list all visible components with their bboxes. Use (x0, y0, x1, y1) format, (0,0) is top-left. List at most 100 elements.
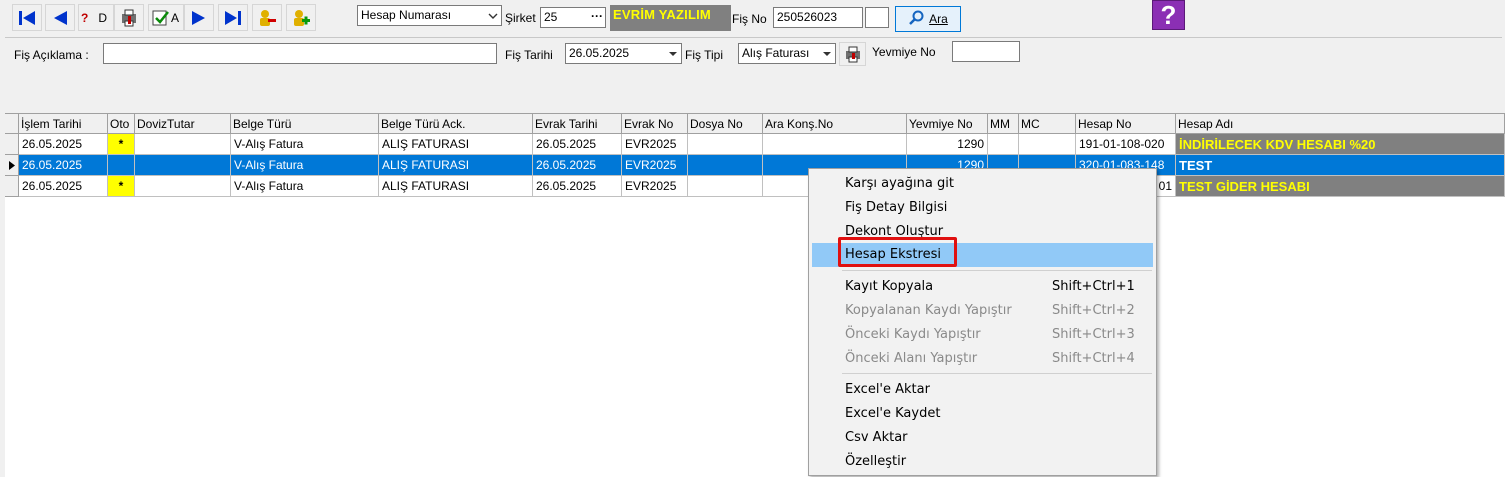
col-header-doviz-tutar[interactable]: DovizTutar (135, 114, 231, 134)
query-icon: ? (81, 10, 89, 25)
menu-item-label: Kayıt Kopyala (845, 279, 934, 294)
col-header-hesap-adi[interactable]: Hesap Adı (1176, 114, 1505, 134)
col-header-oto[interactable]: Oto (108, 114, 135, 134)
cell-islem-tarihi: 26.05.2025 (19, 155, 108, 176)
search-button[interactable]: Ara (895, 6, 961, 32)
table-row[interactable]: 26.05.2025 * V-Alış Fatura ALIŞ FATURASI… (5, 176, 1505, 197)
cell-oto: * (108, 176, 135, 197)
query-button[interactable]: ? D (78, 4, 114, 31)
query-partial-label: D (98, 10, 108, 25)
first-icon (17, 9, 37, 27)
chevron-down-icon (818, 44, 835, 63)
refresh-button[interactable]: A (148, 4, 184, 31)
print-preview-button[interactable] (114, 4, 144, 31)
menu-item-label: Excel'e Kaydet (845, 406, 941, 421)
cell-belge-ack: ALIŞ FATURASI (379, 134, 533, 155)
cell-oto: * (108, 134, 135, 155)
date-value: 26.05.2025 (569, 46, 630, 60)
menu-item-karsi-ayagina-git[interactable]: Karşı ayağına git (812, 172, 1153, 196)
menu-item-onceki-kaydi-yapistir[interactable]: Önceki Kaydı Yapıştır Shift+Ctrl+3 (812, 323, 1153, 347)
col-header-belge-turu-ack[interactable]: Belge Türü Ack. (379, 114, 533, 134)
cell-dosya-no (688, 155, 763, 176)
cell-belge-turu: V-Alış Fatura (231, 176, 379, 197)
date-picker[interactable]: 26.05.2025 (565, 43, 682, 64)
description-label: Fiş Açıklama : (14, 48, 89, 62)
grid-corner (5, 114, 19, 134)
account-type-select[interactable]: Hesap Numarası (357, 5, 502, 26)
company-lookup-button[interactable]: ··· (591, 9, 603, 23)
menu-separator (842, 373, 1152, 374)
row-indicator (5, 134, 19, 155)
col-header-mm[interactable]: MM (988, 114, 1019, 134)
company-name-banner: EVRİM YAZILIM (610, 5, 731, 31)
col-header-mc[interactable]: MC (1019, 114, 1076, 134)
menu-item-label: Kopyalanan Kaydı Yapıştır (845, 303, 1012, 318)
prev-record-button[interactable] (45, 4, 75, 31)
next-record-button[interactable] (184, 4, 214, 31)
col-header-evrak-tarihi[interactable]: Evrak Tarihi (533, 114, 622, 134)
menu-separator (842, 270, 1152, 271)
last-record-button[interactable] (218, 4, 248, 31)
cell-hesap-adi: İNDİRİLECEK KDV HESABI %20 (1176, 134, 1505, 155)
cell-belge-turu: V-Alış Fatura (231, 155, 379, 176)
table-row-selected[interactable]: 26.05.2025 V-Alış Fatura ALIŞ FATURASI 2… (5, 155, 1505, 176)
search-button-label: Ara (929, 12, 948, 26)
row-indicator (5, 155, 19, 176)
col-header-yevmiye-no[interactable]: Yevmiye No (907, 114, 988, 134)
cell-hesap-no: 191-01-108-020 (1076, 134, 1176, 155)
row-indicator (5, 176, 19, 197)
company-code-input[interactable]: 25 ··· (540, 7, 606, 28)
voucher-extra-input[interactable] (865, 7, 889, 28)
chevron-down-icon (664, 44, 681, 63)
journal-grid[interactable]: İşlem Tarihi Oto DovizTutar Belge Türü B… (5, 113, 1505, 477)
menu-item-shortcut: Shift+Ctrl+1 (1052, 279, 1135, 294)
last-icon (223, 9, 243, 27)
cell-evrak-no: EVR2025 (622, 155, 688, 176)
print-icon (844, 45, 862, 63)
voucher-no-input[interactable]: 250526023 (773, 7, 863, 28)
cell-ara-kons (763, 134, 907, 155)
table-row[interactable]: 26.05.2025 * V-Alış Fatura ALIŞ FATURASI… (5, 134, 1505, 155)
help-icon[interactable]: ? (1152, 0, 1185, 30)
delete-user-button[interactable] (252, 4, 282, 31)
context-menu: Karşı ayağına git Fiş Detay Bilgisi Deko… (808, 168, 1157, 476)
menu-item-kayit-kopyala[interactable]: Kayıt Kopyala Shift+Ctrl+1 (812, 275, 1153, 299)
col-header-belge-turu[interactable]: Belge Türü (231, 114, 379, 134)
menu-item-fis-detay-bilgisi[interactable]: Fiş Detay Bilgisi (812, 196, 1153, 220)
cell-mc (1019, 134, 1076, 155)
menu-item-label: Önceki Kaydı Yapıştır (845, 327, 981, 342)
menu-item-shortcut: Shift+Ctrl+3 (1052, 327, 1135, 342)
cell-belge-ack: ALIŞ FATURASI (379, 155, 533, 176)
type-value: Alış Faturası (742, 46, 810, 60)
menu-item-excel-kaydet[interactable]: Excel'e Kaydet (812, 402, 1153, 426)
menu-item-kopyalanan-kaydi-yapistir[interactable]: Kopyalanan Kaydı Yapıştır Shift+Ctrl+2 (812, 299, 1153, 323)
menu-item-onceki-alani-yapistir[interactable]: Önceki Alanı Yapıştır Shift+Ctrl+4 (812, 347, 1153, 371)
cell-yevmiye: 1290 (907, 134, 988, 155)
menu-item-shortcut: Shift+Ctrl+2 (1052, 303, 1135, 318)
refresh-icon (151, 8, 171, 28)
description-input[interactable] (103, 43, 497, 64)
type-print-button[interactable] (839, 42, 866, 66)
menu-item-ozellestir[interactable]: Özelleştir (812, 450, 1153, 474)
type-select[interactable]: Alış Faturası (738, 43, 836, 64)
menu-item-label: Csv Aktar (845, 430, 908, 445)
menu-item-csv-aktar[interactable]: Csv Aktar (812, 426, 1153, 450)
col-header-hesap-no[interactable]: Hesap No (1076, 114, 1176, 134)
cell-evrak-tarihi: 26.05.2025 (533, 134, 622, 155)
cell-oto (108, 155, 135, 176)
col-header-ara-kons-no[interactable]: Ara Konş.No (763, 114, 907, 134)
next-icon (189, 9, 209, 27)
add-user-button[interactable] (286, 4, 316, 31)
first-record-button[interactable] (12, 4, 42, 31)
refresh-partial-label: A (171, 10, 180, 25)
menu-item-label: Karşı ayağına git (845, 176, 954, 191)
menu-item-excel-aktar[interactable]: Excel'e Aktar (812, 378, 1153, 402)
journal-input[interactable] (952, 41, 1020, 62)
menu-item-label: Önceki Alanı Yapıştır (845, 351, 978, 366)
chevron-down-icon (484, 6, 501, 25)
prev-icon (50, 9, 70, 27)
col-header-islem-tarihi[interactable]: İşlem Tarihi (19, 114, 108, 134)
date-label: Fiş Tarihi (505, 48, 553, 62)
col-header-dosya-no[interactable]: Dosya No (688, 114, 763, 134)
col-header-evrak-no[interactable]: Evrak No (622, 114, 688, 134)
